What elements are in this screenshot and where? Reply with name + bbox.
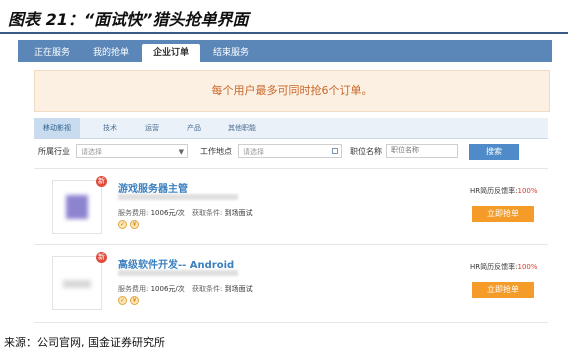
company-logo [52,180,102,234]
condition-label: 获取条件: [192,209,223,217]
blurred-logo [63,280,91,288]
location-select[interactable]: 请选择 [238,144,342,158]
new-badge: 新 [96,176,107,187]
category-tabs: 移动影视 技术 运营 产品 其他职能 [34,118,548,139]
industry-select[interactable]: 请选择 ▼ [76,144,188,158]
job-title[interactable]: 游戏服务器主管 [118,180,188,195]
coin-icon: ¥ [130,296,139,305]
tab-in-service[interactable]: 正在服务 [26,44,78,62]
shield-icon: ✓ [118,296,127,305]
location-placeholder: 请选择 [243,148,264,156]
divider [34,244,548,245]
fee-info: 服务费用: 1006元/次 [118,284,185,294]
divider [34,168,548,169]
chevron-down-icon: ▼ [178,148,184,156]
job-card: 新 高级软件开发-- Android 服务费用: 1006元/次 获取条件: 到… [34,252,548,322]
filter-bar: 所属行业 请选择 ▼ 工作地点 请选择 职位名称 搜索 [34,142,548,162]
hr-feedback-rate: HR简历反馈率:100% [470,186,538,196]
job-title[interactable]: 高级软件开发-- Android [118,256,234,271]
figure-source: 来源：公司官网, 国金证券研究所 [4,336,165,349]
top-navigation: 正在服务 我的抢单 企业订单 结束服务 [18,40,552,62]
fee-value: 1006元/次 [150,285,185,293]
position-name-input[interactable] [386,144,458,158]
fee-label: 服务费用: [118,285,149,293]
fee-label: 服务费用: [118,209,149,217]
divider [34,322,548,323]
grab-order-button[interactable]: 立即抢单 [472,282,534,298]
condition-info: 获取条件: 到场面试 [192,284,253,294]
location-label: 工作地点 [200,147,232,156]
search-button[interactable]: 搜索 [469,144,519,160]
app-window: 正在服务 我的抢单 企业订单 结束服务 每个用户最多可同时抢6个订单。 移动影视… [18,40,552,326]
tab-enterprise-orders[interactable]: 企业订单 [142,44,200,62]
blurred-company-name [118,270,238,276]
blurred-logo [66,195,88,219]
condition-value: 到场面试 [224,209,253,217]
company-logo [52,256,102,310]
coin-icon: ¥ [130,220,139,229]
fee-info: 服务费用: 1006元/次 [118,208,185,218]
condition-info: 获取条件: 到场面试 [192,208,253,218]
fee-value: 1006元/次 [150,209,185,217]
industry-label: 所属行业 [38,147,70,156]
condition-value: 到场面试 [224,285,253,293]
category-tab-other[interactable]: 其他职能 [220,118,264,138]
rate-label: HR简历反馈率: [470,187,518,195]
new-badge: 新 [96,252,107,263]
rate-value: 100% [517,263,538,271]
job-card: 新 游戏服务器主管 服务费用: 1006元/次 获取条件: 到场面试 ✓ ¥ H… [34,176,548,246]
title-divider [0,32,568,34]
figure-title: 图表 21：“面试快”猎头抢单界面 [8,10,249,29]
rate-label: HR简历反馈率: [470,263,518,271]
industry-placeholder: 请选择 [81,148,102,156]
shield-icon: ✓ [118,220,127,229]
order-limit-notice: 每个用户最多可同时抢6个订单。 [34,70,550,112]
condition-label: 获取条件: [192,285,223,293]
hr-feedback-rate: HR简历反馈率:100% [470,262,538,272]
grid-icon [332,148,338,154]
tab-my-orders[interactable]: 我的抢单 [82,44,140,62]
blurred-company-name [118,194,238,200]
category-tab-product[interactable]: 产品 [176,118,212,138]
category-tab-tech[interactable]: 技术 [92,118,128,138]
position-label: 职位名称 [350,147,382,156]
rate-value: 100% [517,187,538,195]
grab-order-button[interactable]: 立即抢单 [472,206,534,222]
category-tab-operations[interactable]: 运营 [134,118,170,138]
category-tab-mobile-video[interactable]: 移动影视 [34,118,80,138]
tab-ended-service[interactable]: 结束服务 [202,44,260,62]
